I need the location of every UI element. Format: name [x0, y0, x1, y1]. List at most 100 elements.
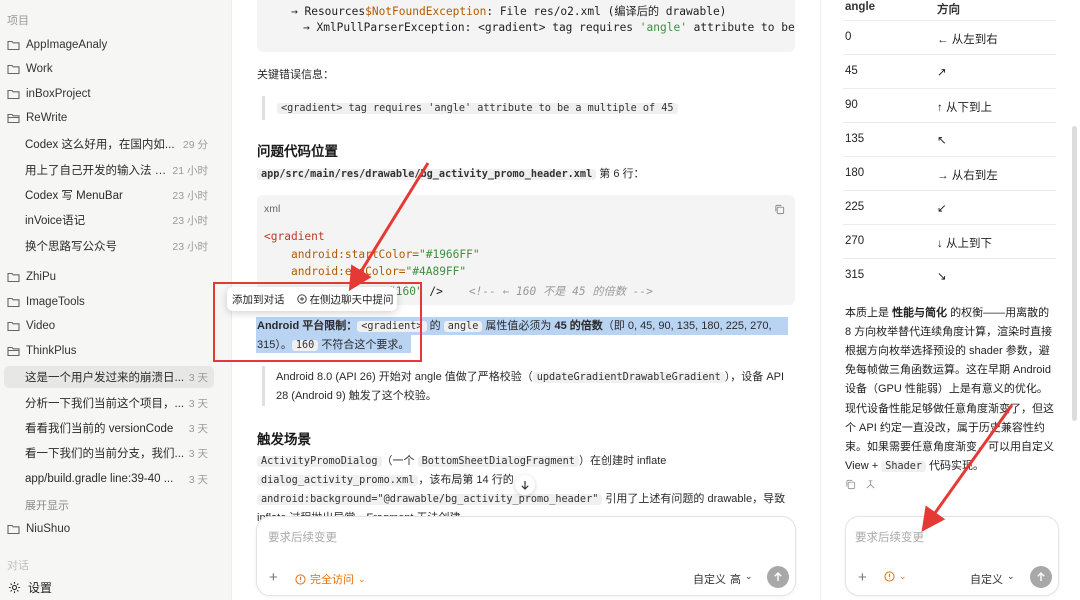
explanation-paragraph: 本质上是 性能与简化 的权衡——用离散的 8 方向枚举替代连续角度计算，渲染时直… [845, 307, 1053, 395]
fork-icon[interactable] [865, 479, 876, 490]
folder-icon [7, 524, 20, 535]
folder-zhipu[interactable]: ZhiPu [7, 267, 56, 287]
table-cell-direction: ↓ 从上到下 [937, 238, 992, 250]
arrow-up-icon [774, 572, 782, 581]
note-text: Android 8.0 (API 26) 开始对 angle 值做了严格校验（ u… [276, 371, 785, 402]
section-label-projects: 项目 [7, 15, 29, 27]
conversation-time: 3 天 [188, 371, 208, 384]
chevron-down-icon: ⌄ [1007, 571, 1015, 581]
side-composer-input[interactable]: 要求后续变更 [855, 529, 924, 545]
folder-work[interactable]: Work [7, 59, 53, 79]
add-attachment-icon[interactable]: + [269, 569, 278, 586]
table-header: angle [845, 1, 876, 13]
folder-rewrite[interactable]: ReWrite [7, 108, 67, 128]
conversation-item[interactable]: Codex 写 MenuBar 23 小时 [0, 184, 214, 206]
conversation-title: Codex 这么好用，在国内如... [25, 139, 175, 151]
conversation-time: 23 小时 [172, 214, 208, 227]
key-error-label: 关键错误信息： [257, 69, 334, 81]
code-line: android:startColor="#1966FF" [291, 248, 480, 261]
section-heading-problem: 问题代码位置 [257, 144, 338, 159]
folder-appimageanaly[interactable]: AppImageAnaly [7, 35, 107, 55]
table-cell-angle: 90 [845, 99, 858, 111]
arrow-down-icon [521, 481, 529, 490]
conversation-time: 29 分 [182, 138, 208, 151]
add-attachment-icon[interactable]: + [858, 569, 867, 586]
conversation-item[interactable]: 用上了自己开发的输入法 A... 21 小时 [0, 159, 214, 181]
table-divider [843, 258, 1056, 259]
settings-label: 设置 [28, 581, 53, 595]
table-cell-direction: ↘ [937, 271, 947, 283]
access-mode-selector[interactable]: ⌄ [884, 571, 907, 582]
blockquote-bar [262, 96, 265, 120]
model-label: 自定义 [970, 574, 1003, 586]
folder-label: Work [26, 63, 53, 75]
folder-label: NiuShuo [26, 523, 71, 535]
folder-label: inBoxProject [26, 88, 91, 100]
conversation-time: 3 天 [188, 473, 208, 486]
folder-imagetools[interactable]: ImageTools [7, 292, 85, 312]
table-divider [843, 20, 1056, 21]
settings-button[interactable]: 设置 [8, 579, 52, 596]
conversation-time: 3 天 [188, 422, 208, 435]
folder-open-icon [7, 346, 20, 357]
code-line: → Resources$NotFoundException: File res/… [291, 5, 727, 18]
send-button[interactable] [1030, 566, 1052, 588]
code-line: <gradient [264, 230, 325, 243]
table-divider [843, 224, 1056, 225]
section-label-chats: 对话 [7, 560, 29, 572]
chevron-down-icon: ⌄ [899, 571, 907, 581]
section-heading-trigger: 触发场景 [257, 432, 311, 447]
conversation-title: 看看我们当前的 versionCode [25, 423, 174, 435]
effort-label: 高 [730, 574, 741, 586]
table-cell-angle: 45 [845, 65, 858, 77]
conversation-title: inVoice语记 [25, 215, 86, 227]
key-error-quote: <gradient> tag requires 'angle' attribut… [277, 99, 678, 118]
conversation-item[interactable]: 看一下我们的当前分支，我们... 3 天 [0, 442, 214, 464]
table-cell-angle: 135 [845, 133, 865, 145]
table-header: 方向 [937, 4, 960, 16]
scrollbar-thumb[interactable] [1072, 126, 1077, 421]
gear-icon [8, 581, 21, 594]
folder-icon [7, 272, 20, 283]
conversation-item[interactable]: 看看我们当前的 versionCode 3 天 [0, 417, 214, 439]
table-cell-angle: 315 [845, 269, 865, 281]
folder-icon [7, 40, 20, 51]
expand-button[interactable]: 展开显示 [25, 497, 69, 513]
access-mode-selector[interactable]: 完全访问 ⌄ [295, 571, 366, 587]
copy-icon[interactable] [845, 479, 856, 490]
scroll-to-bottom-button[interactable] [515, 475, 535, 495]
chevron-down-icon: ⌄ [745, 571, 753, 581]
send-button[interactable] [767, 566, 789, 588]
conversation-item[interactable]: 换个思路写公众号 23 小时 [0, 235, 214, 257]
conversation-item[interactable]: inVoice语记 23 小时 [0, 209, 214, 231]
table-divider [843, 122, 1056, 123]
folder-thinkplus[interactable]: ThinkPlus [7, 341, 77, 361]
conversation-item[interactable]: 分析一下我们当前这个项目，... 3 天 [0, 392, 214, 414]
chevron-down-icon: ⌄ [358, 573, 366, 584]
conversation-time: 3 天 [188, 397, 208, 410]
folder-niushuo[interactable]: NiuShuo [7, 519, 70, 539]
folder-video[interactable]: Video [7, 316, 55, 336]
conversation-item[interactable]: Codex 这么好用，在国内如... 29 分 [0, 133, 214, 155]
conversation-time: 21 小时 [172, 164, 208, 177]
conversation-item[interactable]: app/build.gradle line:39-40 ... 3 天 [0, 468, 214, 490]
model-selector[interactable]: 自定义 ⌄ [970, 571, 1015, 587]
conversation-title: 用上了自己开发的输入法 A... [25, 165, 169, 177]
table-cell-direction: → 从右到左 [937, 170, 998, 182]
warning-circle-icon [884, 571, 895, 582]
conversation-item-active[interactable]: 这是一个用户发过来的崩溃日... 3 天 [4, 366, 214, 388]
folder-icon [7, 297, 20, 308]
copy-icon[interactable] [774, 204, 785, 215]
folder-icon [7, 321, 20, 332]
folder-icon [7, 64, 20, 75]
conversation-title: 这是一个用户发过来的崩溃日... [25, 372, 185, 384]
access-mode-label: 完全访问 [310, 574, 354, 586]
folder-label: AppImageAnaly [26, 39, 108, 51]
code-line: "160" /> <!-- ← 160 不是 45 的倍数 --> [389, 285, 653, 298]
conversation-time: 23 小时 [172, 240, 208, 253]
folder-inboxproject[interactable]: inBoxProject [7, 84, 91, 104]
explanation-paragraph: 现代设备性能足够做任意角度渐变了，但这 个 API 约定一直没改，属于历史兼容性… [845, 403, 1054, 472]
table-cell-direction: ↑ 从下到上 [937, 102, 992, 114]
composer-input[interactable]: 要求后续变更 [268, 529, 337, 545]
model-selector[interactable]: 自定义 高 ⌄ [693, 571, 753, 587]
